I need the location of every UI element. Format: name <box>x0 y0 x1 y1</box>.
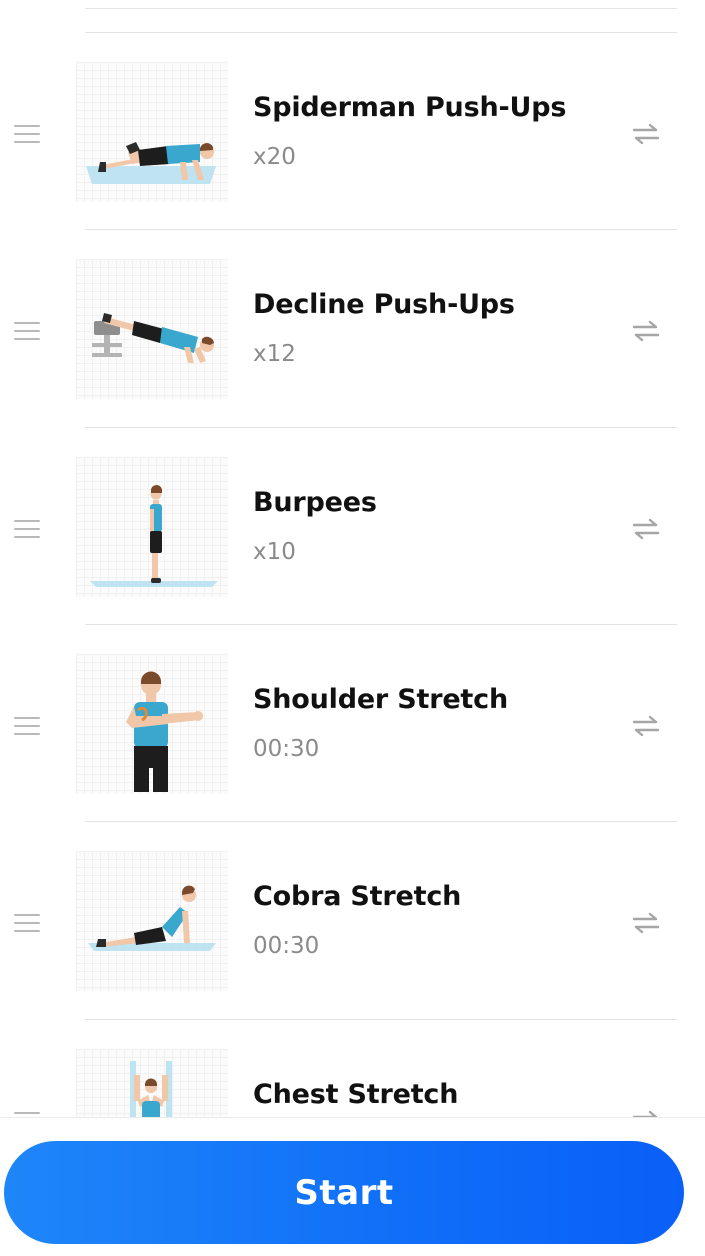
exercise-row-shoulder-stretch[interactable]: Shoulder Stretch 00:30 <box>0 624 705 821</box>
exercise-name: Decline Push-Ups <box>253 289 515 320</box>
row-divider <box>85 229 677 230</box>
swap-icon[interactable] <box>632 714 660 738</box>
exercise-name: Chest Stretch <box>253 1079 459 1110</box>
exercise-row-burpees[interactable]: Burpees x10 <box>0 427 705 624</box>
drag-handle-icon[interactable] <box>14 322 40 340</box>
row-divider <box>85 32 677 33</box>
spiderman-pushup-illustration <box>86 142 216 184</box>
exercise-reps: x20 <box>253 144 296 170</box>
drag-handle-icon[interactable] <box>14 717 40 735</box>
drag-handle-icon[interactable] <box>14 520 40 538</box>
cobra-stretch-illustration <box>88 885 216 951</box>
exercise-reps: x12 <box>253 341 296 367</box>
exercise-thumbnail <box>76 654 228 794</box>
exercise-row-decline-push-ups[interactable]: Decline Push-Ups x12 <box>0 229 705 426</box>
exercise-thumbnail <box>76 1049 228 1117</box>
burpees-illustration <box>90 484 218 587</box>
swap-icon[interactable] <box>632 122 660 146</box>
exercise-thumbnail <box>76 851 228 991</box>
exercise-duration: 00:30 <box>253 736 320 762</box>
row-divider <box>85 427 677 428</box>
exercise-name: Spiderman Push-Ups <box>253 92 567 123</box>
workout-exercise-list-screen: Spiderman Push-Ups x20 Decline Push-Ups … <box>0 0 705 1256</box>
start-button[interactable]: Start <box>4 1141 684 1244</box>
exercise-row-cobra-stretch[interactable]: Cobra Stretch 00:30 <box>0 821 705 1018</box>
row-divider <box>85 624 677 625</box>
decline-pushup-illustration <box>92 313 214 363</box>
exercise-thumbnail <box>76 457 228 597</box>
drag-handle-icon[interactable] <box>14 125 40 143</box>
exercise-name: Cobra Stretch <box>253 881 462 912</box>
swap-icon[interactable] <box>632 517 660 541</box>
swap-icon[interactable] <box>632 1109 660 1117</box>
exercise-list[interactable]: Spiderman Push-Ups x20 Decline Push-Ups … <box>0 0 705 1117</box>
swap-icon[interactable] <box>632 319 660 343</box>
drag-handle-icon[interactable] <box>14 914 40 932</box>
bottom-action-bar: Start <box>0 1117 705 1256</box>
swap-icon[interactable] <box>632 911 660 935</box>
exercise-thumbnail <box>76 62 228 202</box>
exercise-duration: 00:30 <box>253 933 320 959</box>
chest-stretch-illustration <box>130 1061 172 1117</box>
exercise-name: Shoulder Stretch <box>253 684 508 715</box>
exercise-thumbnail <box>76 259 228 399</box>
row-divider <box>85 1019 677 1020</box>
exercise-row-chest-stretch[interactable]: Chest Stretch <box>0 1019 705 1117</box>
exercise-row-spiderman-push-ups[interactable]: Spiderman Push-Ups x20 <box>0 32 705 229</box>
row-divider <box>85 821 677 822</box>
shoulder-stretch-illustration <box>126 671 203 792</box>
exercise-reps: x10 <box>253 539 296 565</box>
exercise-name: Burpees <box>253 487 377 518</box>
